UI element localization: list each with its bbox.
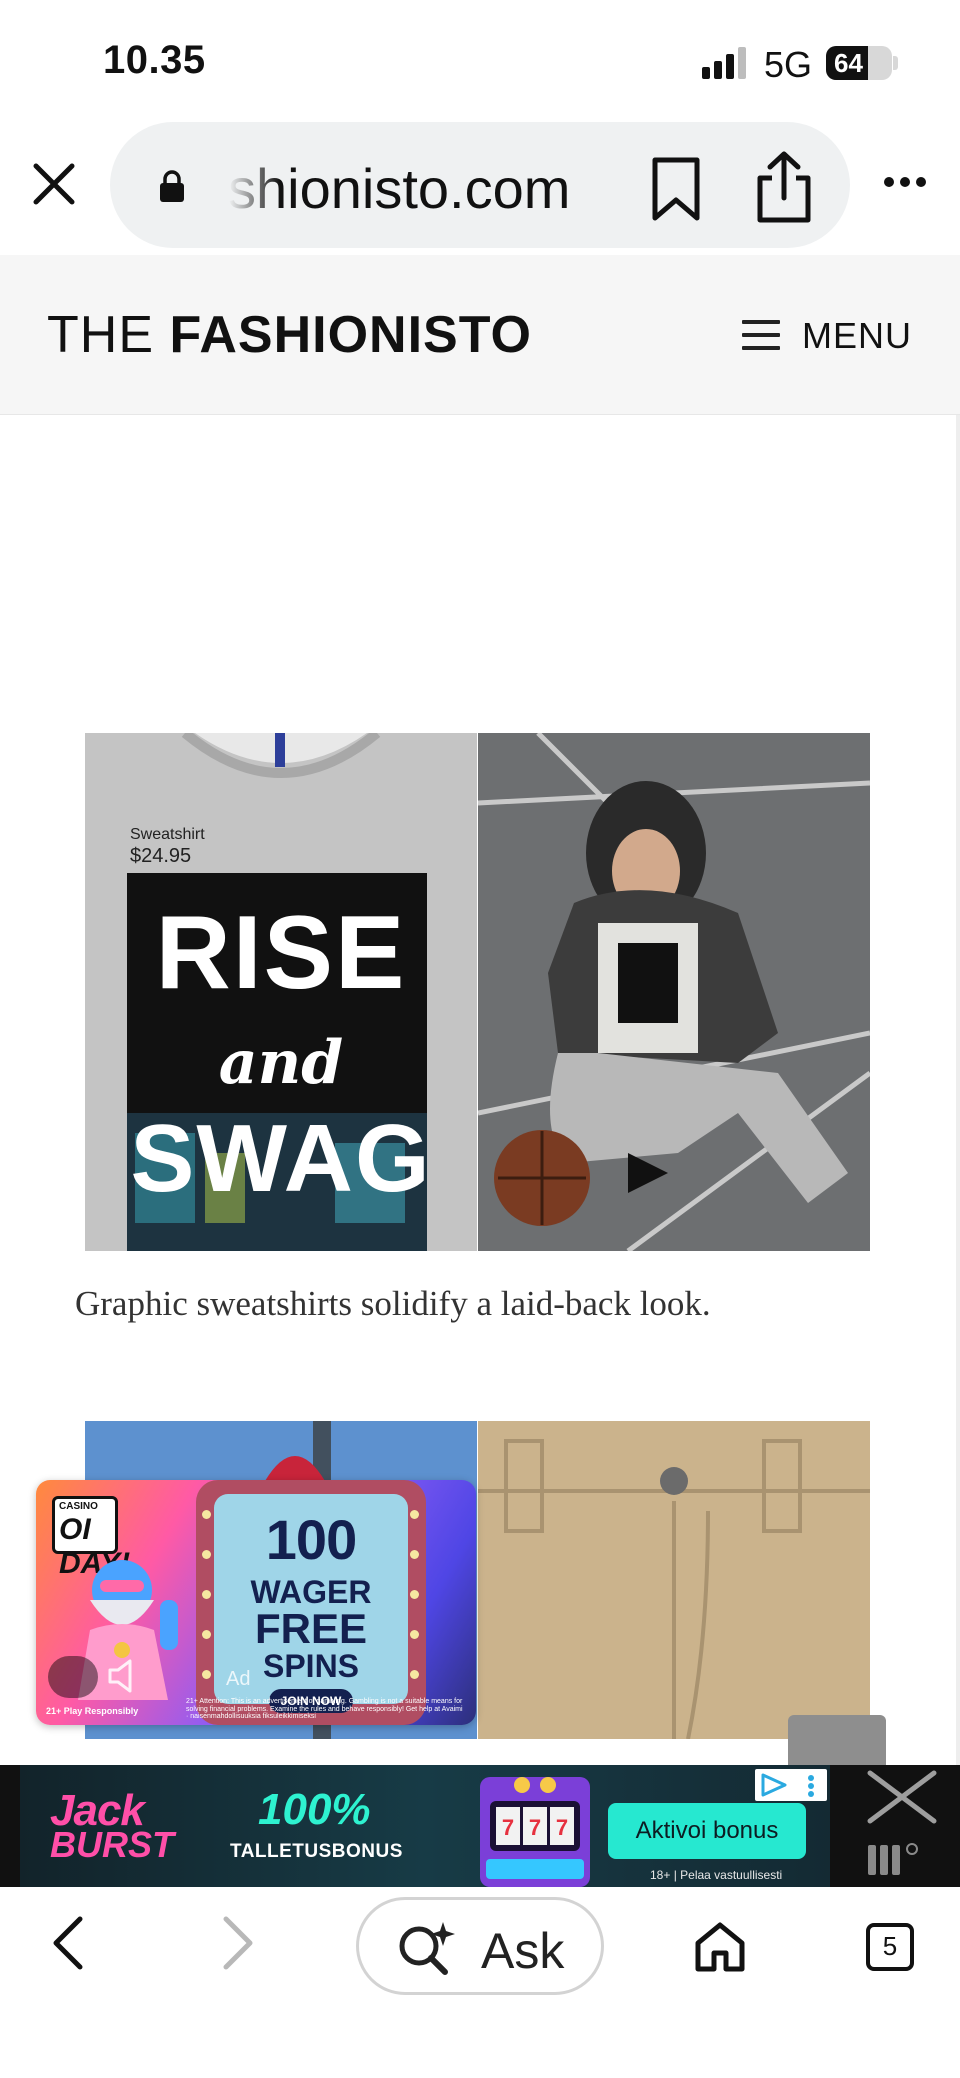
menu-label: MENU [802,315,912,356]
svg-text:7: 7 [556,1815,568,1840]
casino-offer-free: FREE [254,1605,367,1652]
home-icon[interactable] [694,1921,746,1973]
address-bar[interactable]: shionisto.com [110,122,850,248]
marquee-bulb [202,1550,211,1559]
share-icon[interactable] [752,150,816,224]
mute-icon[interactable] [106,1658,140,1694]
casino-logo: CASINO OI DAY! [52,1496,130,1580]
banner-note: 18+ | Pelaa vastuullisesti [650,1868,783,1882]
marquee-bulb [202,1590,211,1599]
banner-creative[interactable]: Jack BURST 100% TALLETUSBONUS 7 7 7 Akti… [20,1765,830,1887]
ad-label: Ad [226,1668,251,1690]
casino-offer-wager: WAGER [250,1574,372,1610]
marquee-bulb [410,1550,419,1559]
marquee-bulb [410,1590,419,1599]
site-logo[interactable]: THE FASHIONISTO [47,305,532,365]
ask-button[interactable]: Ask [356,1897,604,1995]
sweatshirt-product-image[interactable]: Sweatshirt $24.95 RISE and SWAG [85,733,477,1251]
marquee-bulb [410,1630,419,1639]
close-ad-icon[interactable] [846,1765,960,1887]
model-photo[interactable] [478,733,870,1251]
banner-headline: 100% [258,1785,371,1834]
battery-level: 64 [834,48,863,78]
banner-brand-burst: BURST [50,1824,174,1865]
casino-logo-top: CASINO [59,1501,98,1512]
back-icon[interactable] [48,1913,88,1973]
network-type: 5G [764,44,813,85]
battery-icon: 64 [826,46,892,80]
marquee-bulb [410,1510,419,1519]
ask-search-sparkle-icon [399,1922,455,1975]
browser-toolbar: Ask 5 [0,1887,960,2078]
ad-network-logo-icon[interactable] [48,1656,98,1698]
logo-light-text: THE [47,306,170,364]
image-caption: Graphic sweatshirts solidify a laid-back… [75,1284,711,1323]
chino-illustration [478,1421,870,1739]
chino-pants-image[interactable] [478,1421,870,1739]
cellular-signal-icon [702,47,750,79]
status-bar: 10.35 5G 64 [0,0,960,120]
shirt-text-rise: RISE [155,895,407,1011]
slot-machine-illustration: 7 7 7 [480,1777,590,1887]
bottom-banner-ad[interactable]: Jack BURST 100% TALLETUSBONUS 7 7 7 Akti… [0,1765,960,1887]
close-icon[interactable] [30,160,78,208]
tabs-button[interactable]: 5 [866,1923,914,1971]
casino-offer-number: 100 [265,1508,357,1571]
shirt-text-swag: SWAG [130,1105,432,1212]
marquee-bulb [202,1670,211,1679]
scroll-to-top-button[interactable] [788,1715,886,1765]
model-illustration [478,733,870,1251]
ask-label: Ask [481,1923,565,1979]
casino-disclaimer: 21+ Attention: This is an advertisement … [186,1698,463,1721]
hamburger-icon [742,320,780,350]
svg-text:7: 7 [529,1815,541,1840]
marquee-bulb [202,1630,211,1639]
logo-bold-text: FASHIONISTO [169,306,532,364]
marquee-bulb [202,1510,211,1519]
browser-address-area: shionisto.com [0,120,960,255]
svg-text:7: 7 [502,1815,514,1840]
site-header: THE FASHIONISTO MENU [0,255,960,415]
product-price: $24.95 [130,845,192,867]
marquee-bulb [410,1670,419,1679]
lock-icon [160,170,184,202]
url-fade [220,142,280,232]
shirt-text-and: and [218,1028,344,1098]
banner-cta-button[interactable]: Aktivoi bonus [608,1803,806,1859]
casino-responsibly-text: 21+ Play Responsibly [46,1706,139,1716]
forward-icon[interactable] [218,1913,258,1973]
tabs-count: 5 [882,1931,898,1961]
menu-button[interactable]: MENU [740,311,920,361]
product-label: Sweatshirt [130,826,205,843]
battery-tip [893,56,898,70]
banner-subline: TALLETUSBONUS [230,1841,403,1862]
status-time: 10.35 [103,38,206,82]
page-scroll-edge [956,415,960,1765]
bookmark-icon[interactable] [650,156,702,222]
more-options-icon[interactable] [882,174,928,190]
floating-casino-ad[interactable]: CASINO OI DAY! 100 WAGER FREE SPINS JOIN… [36,1480,476,1725]
adchoices-icon[interactable] [755,1769,827,1801]
